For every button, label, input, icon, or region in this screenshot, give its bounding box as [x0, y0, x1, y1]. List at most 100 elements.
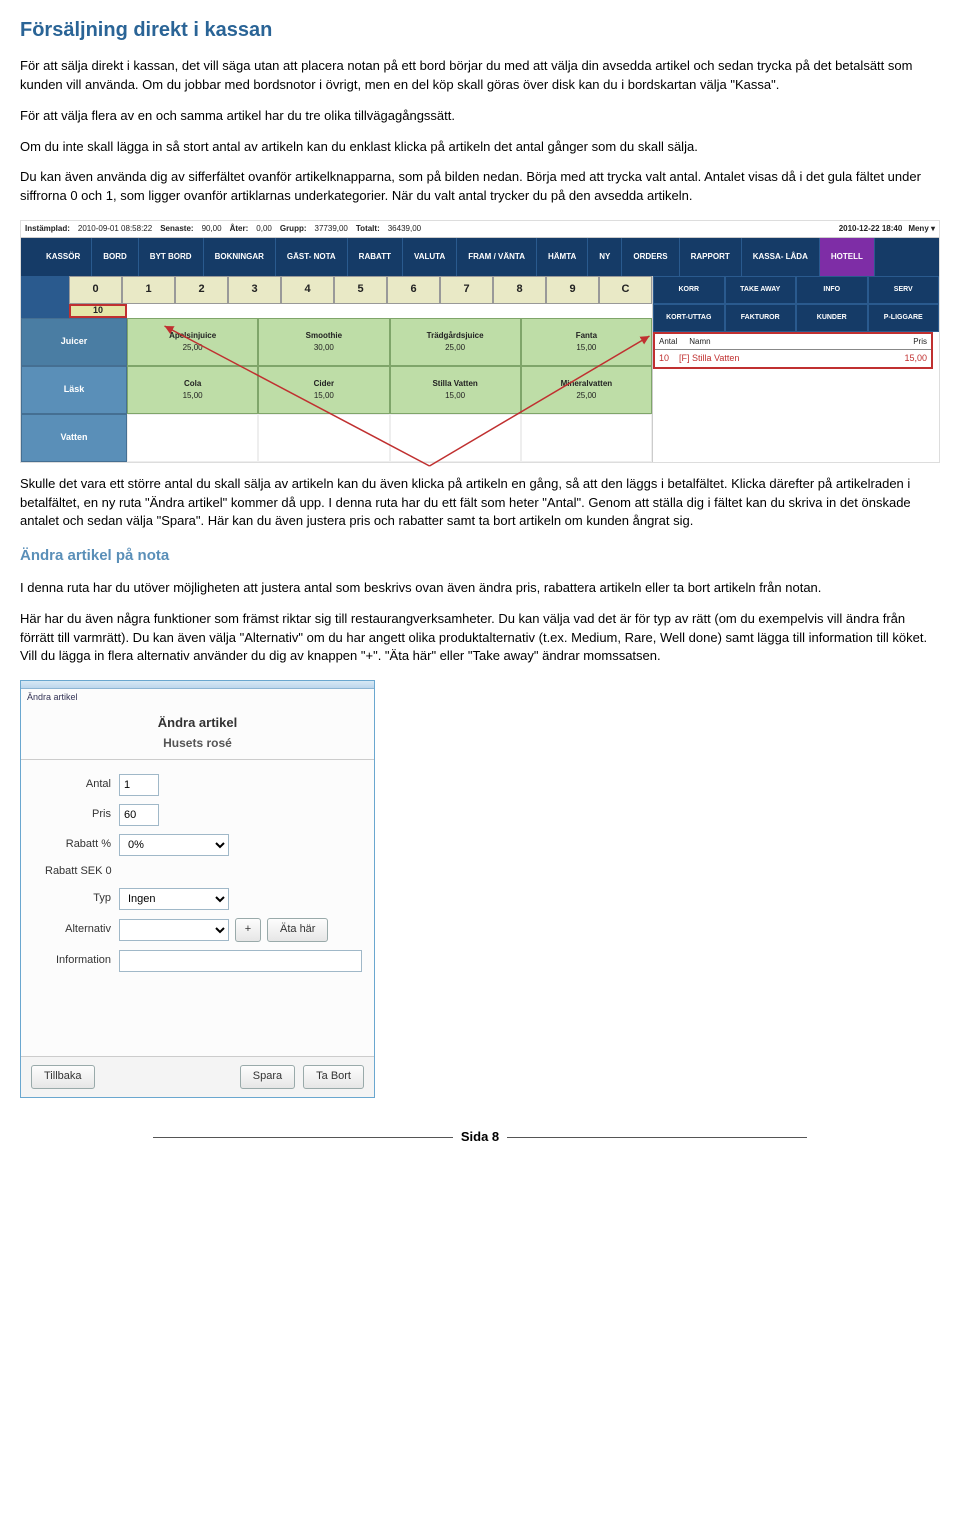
- nav-button[interactable]: RAPPORT: [680, 238, 742, 276]
- order-name: [F] Stilla Vatten: [679, 352, 739, 365]
- dialog-window-label: Ändra artikel: [21, 689, 374, 706]
- digit-button[interactable]: 7: [440, 276, 493, 304]
- func-button[interactable]: FAKTUROR: [725, 304, 797, 332]
- func-button[interactable]: KORT-UTTAG: [653, 304, 725, 332]
- product-price: 15,00: [183, 390, 203, 402]
- paragraph: Skulle det vara ett större antal du skal…: [20, 475, 940, 532]
- product-name: Apelsinjuice: [169, 330, 216, 342]
- nav-button[interactable]: BYT BORD: [139, 238, 204, 276]
- nav-button[interactable]: RABATT: [348, 238, 403, 276]
- paragraph: För att sälja direkt i kassan, det vill …: [20, 57, 940, 95]
- product-name: Cola: [184, 378, 201, 390]
- nav-button[interactable]: GÄST- NOTA: [276, 238, 348, 276]
- product-button[interactable]: Trädgårdsjuice25,00: [390, 318, 521, 366]
- digit-button[interactable]: 3: [228, 276, 281, 304]
- func-button[interactable]: P-LIGGARE: [868, 304, 940, 332]
- label: Instämplad:: [25, 223, 70, 235]
- product-price: 30,00: [314, 342, 334, 354]
- product-button[interactable]: Cola15,00: [127, 366, 258, 414]
- product-button[interactable]: Fanta15,00: [521, 318, 652, 366]
- nav-button[interactable]: KASSA- LÅDA: [742, 238, 820, 276]
- category-button[interactable]: Juicer: [21, 318, 127, 366]
- label: Senaste:: [160, 223, 193, 235]
- dialog-header: Ändra artikel Husets rosé: [21, 706, 374, 759]
- digit-button[interactable]: 0: [69, 276, 122, 304]
- category-button[interactable]: Läsk: [21, 366, 127, 414]
- qty-display: 10: [69, 304, 127, 318]
- product-name: Smoothie: [306, 330, 342, 342]
- value: 0,00: [256, 223, 272, 235]
- typ-label: Typ: [33, 891, 111, 907]
- product-name: Mineralvatten: [561, 378, 613, 390]
- product-price: 25,00: [183, 342, 203, 354]
- atahar-button[interactable]: Äta här: [267, 918, 328, 942]
- paragraph: Här har du även några funktioner som frä…: [20, 610, 940, 667]
- product-button[interactable]: Smoothie30,00: [258, 318, 389, 366]
- product-button[interactable]: Mineralvatten25,00: [521, 366, 652, 414]
- digit-button[interactable]: 9: [546, 276, 599, 304]
- back-button[interactable]: Tillbaka: [31, 1065, 95, 1089]
- func-button[interactable]: KORR: [653, 276, 725, 304]
- nav-button[interactable]: KASSÖR: [35, 238, 92, 276]
- nav-button-hotell[interactable]: HOTELL: [820, 238, 875, 276]
- label: Åter:: [230, 223, 249, 235]
- label: Grupp:: [280, 223, 307, 235]
- product-button[interactable]: Cider15,00: [258, 366, 389, 414]
- information-input[interactable]: [119, 950, 362, 972]
- save-button[interactable]: Spara: [240, 1065, 295, 1089]
- pris-input[interactable]: [119, 804, 159, 826]
- product-name: Fanta: [576, 330, 597, 342]
- antal-label: Antal: [33, 777, 111, 793]
- nav-button[interactable]: BOKNINGAR: [204, 238, 276, 276]
- plus-button[interactable]: +: [235, 918, 261, 942]
- nav-button[interactable]: BORD: [92, 238, 139, 276]
- digit-button[interactable]: 5: [334, 276, 387, 304]
- rabattsek-label: Rabatt SEK 0: [45, 864, 112, 880]
- alternativ-select[interactable]: [119, 919, 229, 941]
- pris-label: Pris: [33, 807, 111, 823]
- nav-button[interactable]: ORDERS: [622, 238, 679, 276]
- order-qty: 10: [659, 352, 669, 365]
- typ-select[interactable]: Ingen: [119, 888, 229, 910]
- digit-button[interactable]: 1: [122, 276, 175, 304]
- product-price: 25,00: [576, 390, 596, 402]
- func-button[interactable]: TAKE AWAY: [725, 276, 797, 304]
- product-price: 25,00: [445, 342, 465, 354]
- product-button[interactable]: Stilla Vatten15,00: [390, 366, 521, 414]
- order-price: 15,00: [904, 352, 927, 365]
- paragraph: Du kan även använda dig av sifferfältet …: [20, 168, 940, 206]
- digit-clear-button[interactable]: C: [599, 276, 652, 304]
- nav-button[interactable]: VALUTA: [403, 238, 457, 276]
- datetime: 2010-12-22 18:40: [839, 223, 903, 235]
- col-head: Antal: [659, 336, 677, 348]
- page-footer: Sida 8: [20, 1128, 940, 1147]
- page-number: Sida 8: [461, 1129, 499, 1144]
- order-line[interactable]: 10 [F] Stilla Vatten 15,00: [655, 350, 931, 367]
- antal-input[interactable]: [119, 774, 159, 796]
- pos-status-bar: Instämplad:2010-09-01 08:58:22 Senaste:9…: [21, 221, 939, 238]
- digit-button[interactable]: 8: [493, 276, 546, 304]
- rabattpct-label: Rabatt %: [33, 837, 111, 853]
- product-name: Cider: [314, 378, 334, 390]
- digit-button[interactable]: 6: [387, 276, 440, 304]
- delete-button[interactable]: Ta Bort: [303, 1065, 364, 1089]
- pos-screenshot: Instämplad:2010-09-01 08:58:22 Senaste:9…: [20, 220, 940, 463]
- subsection-title: Ändra artikel på nota: [20, 545, 940, 567]
- edit-article-dialog: Ändra artikel Ändra artikel Husets rosé …: [20, 680, 375, 1097]
- nav-button[interactable]: HÄMTA: [537, 238, 588, 276]
- qty-display-row: 10: [21, 304, 652, 318]
- nav-button[interactable]: NY: [588, 238, 622, 276]
- product-button[interactable]: Apelsinjuice25,00: [127, 318, 258, 366]
- pos-main-nav: KASSÖR BORD BYT BORD BOKNINGAR GÄST- NOT…: [21, 238, 939, 276]
- category-button[interactable]: Vatten: [21, 414, 127, 462]
- rabattpct-select[interactable]: 0%: [119, 834, 229, 856]
- product-name: Trädgårdsjuice: [427, 330, 484, 342]
- menu-dropdown[interactable]: Meny ▾: [908, 223, 935, 235]
- paragraph: I denna ruta har du utöver möjligheten a…: [20, 579, 940, 598]
- func-button[interactable]: KUNDER: [796, 304, 868, 332]
- digit-button[interactable]: 2: [175, 276, 228, 304]
- func-button[interactable]: INFO: [796, 276, 868, 304]
- digit-button[interactable]: 4: [281, 276, 334, 304]
- nav-button[interactable]: FRAM / VÄNTA: [457, 238, 537, 276]
- func-button[interactable]: SERV: [868, 276, 940, 304]
